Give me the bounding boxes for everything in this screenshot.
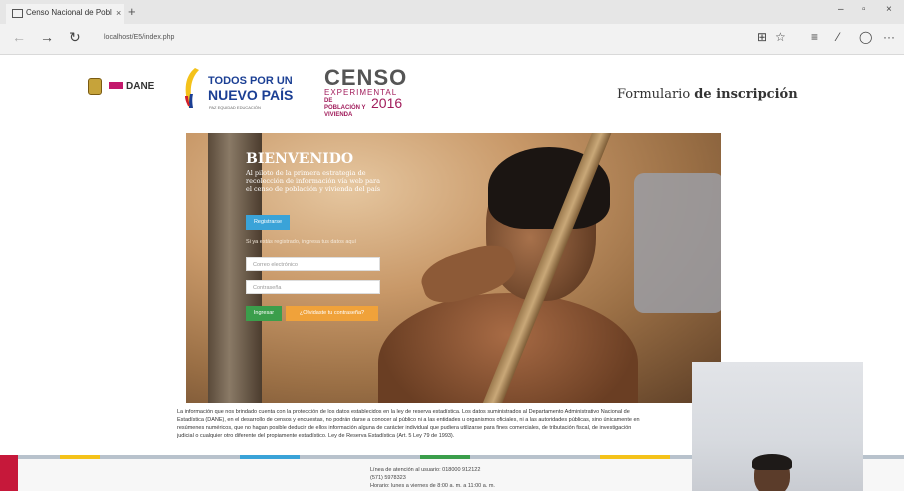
email-field[interactable]: Correo electrónico <box>246 257 380 271</box>
tab-close-icon[interactable]: × <box>116 4 121 22</box>
page-icon <box>12 9 23 18</box>
address-bar[interactable]: localhost/E5/index.php <box>104 34 174 41</box>
login-button[interactable]: Ingresar <box>246 306 282 321</box>
footer-line-2: (571) 5978323 <box>370 475 406 481</box>
page-title-bold: de inscripción <box>694 87 798 102</box>
maximize-icon[interactable]: ▫ <box>862 4 866 15</box>
todos-line2: NUEVO PAÍS <box>208 87 294 103</box>
close-window-icon[interactable]: × <box>886 4 892 15</box>
webcam-person-hair-graphic <box>752 454 792 470</box>
legal-line-1: La información que nos brindado cuenta c… <box>177 409 630 415</box>
login-hint: Si ya estás registrado, ingresa tus dato… <box>246 239 357 245</box>
page-title-light: Formulario <box>617 87 695 102</box>
register-button[interactable]: Registrarse <box>246 215 290 230</box>
background-cloth-graphic <box>634 173 721 313</box>
web-note-icon[interactable]: ⁄ <box>837 30 839 44</box>
browser-tab[interactable]: Censo Nacional de Pobl × <box>6 4 124 24</box>
censo-2016-logo: CENSO EXPERIMENTAL DE POBLACIÓN Y VIVIEN… <box>324 65 414 118</box>
webcam-overlay <box>692 362 863 491</box>
hero-banner: BIENVENIDO Al piloto de la primera estra… <box>186 133 721 403</box>
welcome-intro: Al piloto de la primera estrategia de re… <box>246 169 381 193</box>
forward-icon[interactable]: → <box>40 29 54 45</box>
footer-line-3: Horario: lunes a viernes de 8:00 a. m. a… <box>370 483 495 489</box>
todos-line3: PAZ EQUIDAD EDUCACIÓN <box>209 105 261 110</box>
back-icon[interactable]: ← <box>12 29 26 45</box>
browser-nav-bar: ← → ↻ localhost/E5/index.php ⊞ ☆ ≡ ⁄ ◯ ·… <box>0 24 904 55</box>
todos-line1: TODOS POR UN <box>208 75 293 87</box>
dane-color-bar <box>109 82 123 89</box>
new-tab-icon[interactable]: + <box>128 4 136 19</box>
hub-icon[interactable]: ≡ <box>811 30 818 44</box>
footer-contact: Línea de atención al usuario: 018000 912… <box>370 466 495 490</box>
tab-title: Censo Nacional de Pobl <box>26 8 112 17</box>
forgot-password-button[interactable]: ¿Olvidaste tu contraseña? <box>286 306 378 321</box>
dane-logo: DANE <box>109 81 154 92</box>
password-field[interactable]: Contraseña <box>246 280 380 294</box>
censo-subtitle-2: DE POBLACIÓN Y VIVIENDA <box>324 98 366 118</box>
more-icon[interactable]: ··· <box>883 30 895 44</box>
todos-por-un-nuevo-pais-logo: TODOS POR UN NUEVO PAÍS PAZ EQUIDAD EDUC… <box>181 66 293 111</box>
dane-label: DANE <box>126 81 155 92</box>
reading-view-icon[interactable]: ⊞ <box>757 30 767 44</box>
legal-notice: La información que nos brindado cuenta c… <box>177 408 725 440</box>
page-title: Formulario de inscripción <box>617 87 798 102</box>
welcome-block: BIENVENIDO Al piloto de la primera estra… <box>246 151 386 193</box>
legal-line-3: resúmenes numéricos, que no hagan posibl… <box>177 425 632 431</box>
minimize-icon[interactable]: – <box>838 4 844 15</box>
welcome-heading: BIENVENIDO <box>246 151 354 167</box>
favorite-icon[interactable]: ☆ <box>775 30 786 44</box>
legal-line-2: Estadística (DANE), en el desarrollo de … <box>177 417 640 423</box>
share-icon[interactable]: ◯ <box>859 30 872 44</box>
page-viewport: DANE TODOS POR UN NUEVO PAÍS PAZ EQUIDAD… <box>0 55 904 491</box>
legal-line-4: judicial o cualquier otro diferente del … <box>177 433 455 439</box>
censo-year: 2016 <box>371 95 403 111</box>
colombia-shield-logo <box>88 78 102 95</box>
browser-tab-bar: Censo Nacional de Pobl × + – ▫ × <box>0 0 904 24</box>
refresh-icon[interactable]: ↻ <box>69 29 81 46</box>
footer-red-tab <box>0 455 18 491</box>
footer-line-1: Línea de atención al usuario: 018000 912… <box>370 467 481 473</box>
colombia-flag-swoosh-icon <box>185 68 199 108</box>
